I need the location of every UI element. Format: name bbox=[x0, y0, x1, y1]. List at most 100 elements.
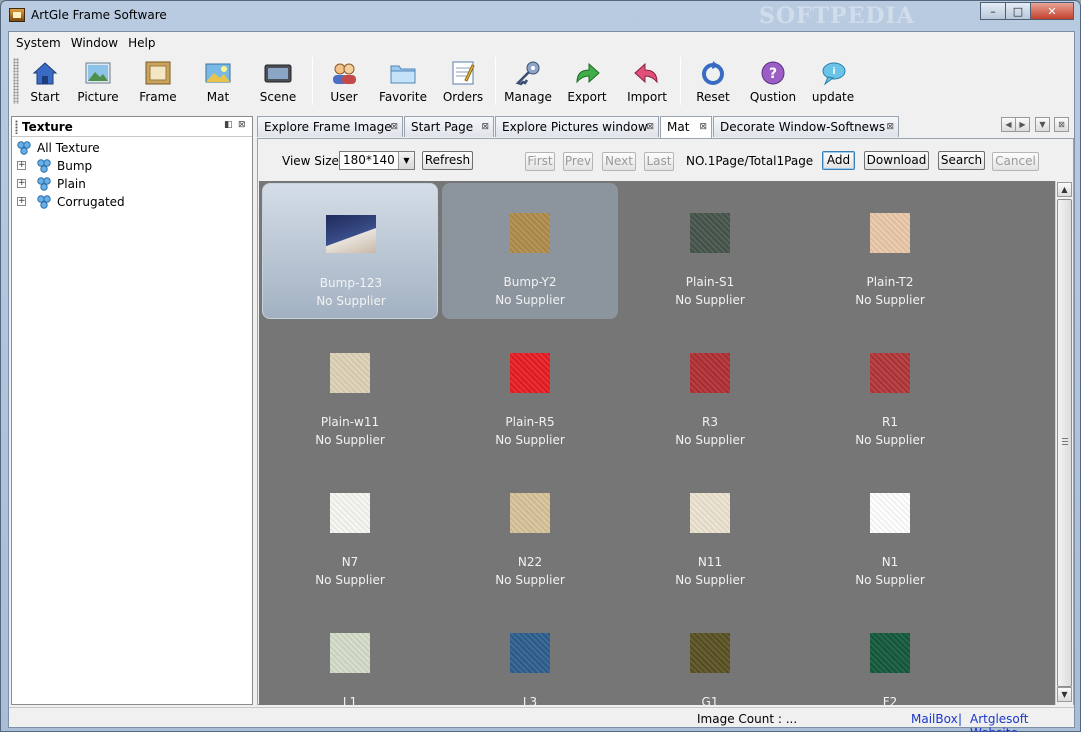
tab-close-icon[interactable]: ⊠ bbox=[390, 122, 398, 132]
mat-card[interactable]: L1 bbox=[262, 603, 438, 705]
tab-strip: Explore Frame Image ⊠ Start Page ⊠ Explo… bbox=[257, 116, 1074, 138]
mat-card[interactable]: N22 No Supplier bbox=[442, 463, 618, 599]
menu-help[interactable]: Help bbox=[123, 32, 160, 54]
mat-name: Bump-123 bbox=[319, 276, 383, 290]
frame-button[interactable]: Frame bbox=[127, 54, 189, 108]
import-arrow-icon bbox=[633, 60, 661, 86]
tab-explore-frame-image[interactable]: Explore Frame Image ⊠ bbox=[257, 116, 403, 137]
mat-grid: Bump-123 No Supplier Bump-Y2 No Supplier Pla… bbox=[259, 181, 1055, 705]
tree-expand-icon[interactable]: + bbox=[17, 197, 26, 206]
panel-close-icon[interactable]: ⊠ bbox=[238, 120, 246, 130]
reset-button[interactable]: Reset bbox=[684, 54, 742, 108]
next-page-button[interactable]: Next bbox=[602, 152, 636, 171]
title-bar[interactable]: ArtGle Frame Software SOFTPEDIA – □ ✕ bbox=[1, 1, 1080, 31]
scene-button[interactable]: Scene bbox=[247, 54, 309, 108]
tab-list-dropdown-icon[interactable]: ▼ bbox=[1035, 117, 1050, 132]
search-button[interactable]: Search bbox=[938, 151, 985, 170]
mat-card[interactable]: L3 bbox=[442, 603, 618, 705]
tab-scroll-left-icon[interactable]: ◀ bbox=[1001, 117, 1016, 132]
minimize-button[interactable]: – bbox=[980, 2, 1006, 20]
mat-card[interactable]: Plain-R5 No Supplier bbox=[442, 323, 618, 459]
scroll-up-icon[interactable]: ▲ bbox=[1057, 182, 1072, 197]
mat-card[interactable]: N11 No Supplier bbox=[622, 463, 798, 599]
image-count: Image Count : ... bbox=[697, 712, 798, 726]
mat-card[interactable]: G1 bbox=[622, 603, 798, 705]
tree-expand-icon[interactable]: + bbox=[17, 179, 26, 188]
mat-card[interactable]: Plain-T2 No Supplier bbox=[802, 183, 978, 319]
close-button[interactable]: ✕ bbox=[1030, 2, 1074, 20]
mat-card[interactable]: R3 No Supplier bbox=[622, 323, 798, 459]
scroll-thumb[interactable] bbox=[1057, 199, 1072, 687]
manage-button[interactable]: Manage bbox=[499, 54, 557, 108]
tree-label: Plain bbox=[57, 177, 86, 191]
download-button[interactable]: Download bbox=[864, 151, 929, 170]
chevron-down-icon[interactable]: ▼ bbox=[398, 152, 414, 169]
user-button[interactable]: User bbox=[316, 54, 372, 108]
menu-system[interactable]: System bbox=[11, 32, 66, 54]
orders-icon bbox=[449, 60, 477, 86]
first-page-button[interactable]: First bbox=[525, 152, 555, 171]
toolbar-grip[interactable] bbox=[13, 58, 19, 104]
mat-card[interactable]: Bump-123 No Supplier bbox=[262, 183, 438, 319]
start-button[interactable]: Start bbox=[21, 54, 69, 108]
mailbox-link[interactable]: MailBox bbox=[911, 712, 958, 726]
panel-grip[interactable] bbox=[15, 120, 18, 134]
maximize-button[interactable]: □ bbox=[1005, 2, 1031, 20]
mat-card[interactable]: N1 No Supplier bbox=[802, 463, 978, 599]
mat-supplier: No Supplier bbox=[675, 573, 745, 587]
tree-label: All Texture bbox=[37, 141, 100, 155]
tab-start-page[interactable]: Start Page ⊠ bbox=[404, 116, 494, 137]
menu-window[interactable]: Window bbox=[66, 32, 123, 54]
tree-item-all-texture[interactable]: All Texture bbox=[12, 139, 252, 157]
tab-close-icon[interactable]: ⊠ bbox=[886, 122, 894, 132]
texture-node-icon bbox=[37, 177, 51, 191]
mat-card[interactable]: R1 No Supplier bbox=[802, 323, 978, 459]
question-button[interactable]: ? Qustion bbox=[742, 54, 804, 108]
vertical-scrollbar[interactable]: ▲ ▼ bbox=[1055, 181, 1073, 705]
tab-close-all-icon[interactable]: ⊠ bbox=[1054, 117, 1069, 132]
mat-thumbnail bbox=[690, 493, 730, 533]
mat-button[interactable]: Mat bbox=[189, 54, 247, 108]
picture-button[interactable]: Picture bbox=[69, 54, 127, 108]
tree-item-bump[interactable]: + Bump bbox=[12, 157, 252, 175]
mat-card[interactable]: N7 No Supplier bbox=[262, 463, 438, 599]
tab-close-icon[interactable]: ⊠ bbox=[699, 122, 707, 132]
tab-mat[interactable]: Mat ⊠ bbox=[660, 116, 712, 138]
texture-node-icon bbox=[37, 159, 51, 173]
tab-label: Explore Frame Image bbox=[264, 120, 392, 134]
tab-explore-pictures-window[interactable]: Explore Pictures window ⊠ bbox=[495, 116, 659, 137]
favorite-button[interactable]: Favorite bbox=[372, 54, 434, 108]
last-page-button[interactable]: Last bbox=[644, 152, 674, 171]
texture-tree: All Texture + Bump + Plain + Corrugated bbox=[12, 137, 252, 211]
orders-button[interactable]: Orders bbox=[434, 54, 492, 108]
update-button[interactable]: i update bbox=[804, 54, 862, 108]
toolbar-separator bbox=[495, 57, 496, 105]
mat-card[interactable]: F2 bbox=[802, 603, 978, 705]
mat-card[interactable]: Plain-S1 No Supplier bbox=[622, 183, 798, 319]
import-button[interactable]: Import bbox=[617, 54, 677, 108]
tab-close-icon[interactable]: ⊠ bbox=[481, 122, 489, 132]
tree-item-plain[interactable]: + Plain bbox=[12, 175, 252, 193]
refresh-button[interactable]: Refresh bbox=[422, 151, 473, 170]
scroll-down-icon[interactable]: ▼ bbox=[1057, 687, 1072, 702]
website-link[interactable]: Artglesoft Website bbox=[970, 712, 1074, 732]
tab-close-icon[interactable]: ⊠ bbox=[646, 122, 654, 132]
mat-name: N11 bbox=[697, 555, 723, 569]
texture-node-icon bbox=[37, 195, 51, 209]
mat-thumbnail bbox=[510, 633, 550, 673]
tree-item-corrugated[interactable]: + Corrugated bbox=[12, 193, 252, 211]
export-button[interactable]: Export bbox=[557, 54, 617, 108]
tree-expand-icon[interactable]: + bbox=[17, 161, 26, 170]
tab-scroll-right-icon[interactable]: ▶ bbox=[1015, 117, 1030, 132]
scene-label: Scene bbox=[259, 90, 297, 104]
mat-card[interactable]: Plain-w11 No Supplier bbox=[262, 323, 438, 459]
toolbar-separator bbox=[312, 57, 313, 105]
tab-decorate-window[interactable]: Decorate Window-Softnews ⊠ bbox=[713, 116, 899, 137]
panel-restore-icon[interactable]: ◧ bbox=[224, 120, 233, 130]
cancel-button[interactable]: Cancel bbox=[992, 152, 1039, 171]
add-button[interactable]: Add bbox=[822, 151, 855, 170]
folder-icon bbox=[389, 60, 417, 86]
view-size-select[interactable]: 180*140 ▼ bbox=[339, 151, 415, 170]
mat-card[interactable]: Bump-Y2 No Supplier bbox=[442, 183, 618, 319]
prev-page-button[interactable]: Prev bbox=[563, 152, 593, 171]
